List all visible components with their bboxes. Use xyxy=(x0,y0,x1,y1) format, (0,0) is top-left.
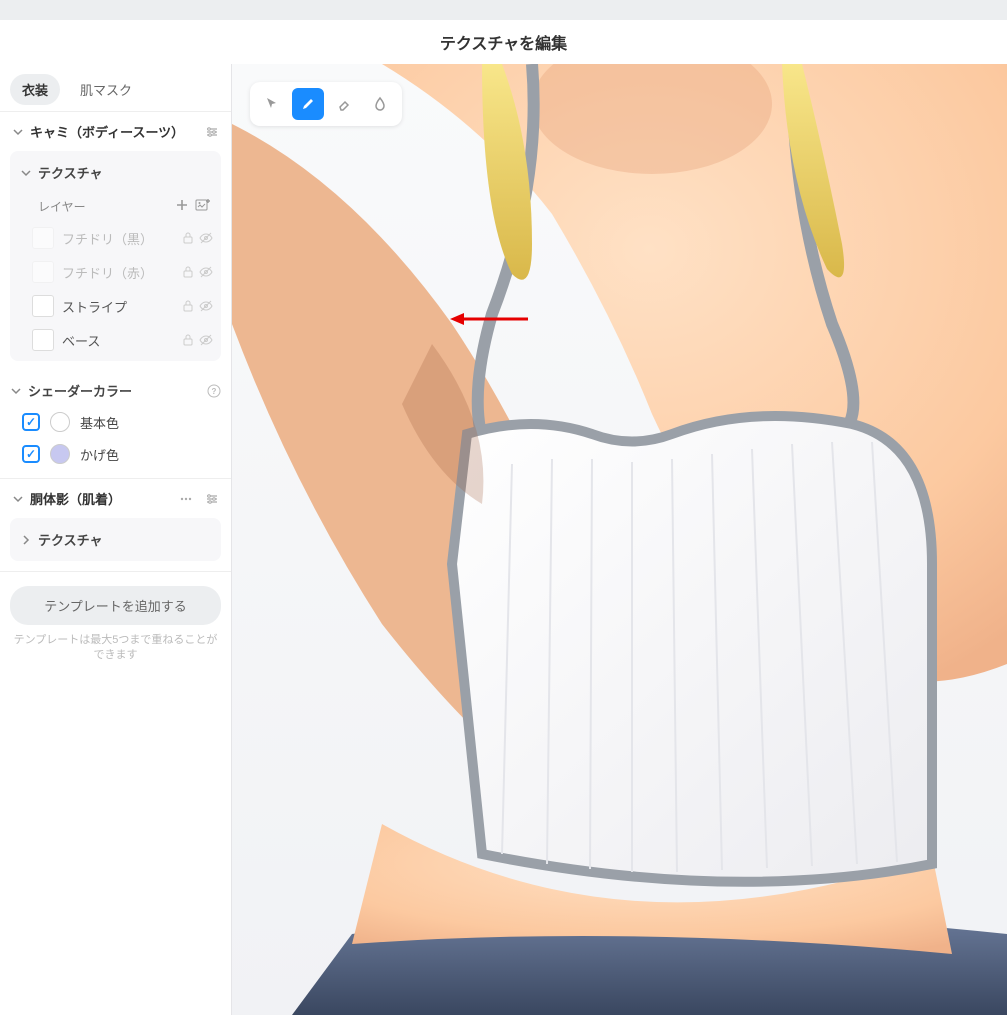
tab-costume[interactable]: 衣装 xyxy=(10,74,60,105)
shader-header[interactable]: シェーダーカラー ? xyxy=(0,371,231,406)
layers-label: レイヤー xyxy=(38,198,86,215)
add-template-button[interactable]: テンプレートを追加する xyxy=(10,586,221,625)
tabs: 衣装 肌マスク xyxy=(0,64,231,111)
texture-header-2[interactable]: テクスチャ xyxy=(10,522,221,557)
color-swatch[interactable] xyxy=(50,412,70,432)
visibility-icon[interactable] xyxy=(199,333,213,347)
chevron-down-icon xyxy=(10,385,22,397)
tool-drop[interactable] xyxy=(364,88,396,120)
more-icon[interactable] xyxy=(179,492,193,506)
tab-skinmask[interactable]: 肌マスク xyxy=(68,74,144,105)
color-swatch[interactable] xyxy=(50,444,70,464)
texture-header[interactable]: テクスチャ xyxy=(10,155,221,190)
template-help-text: テンプレートは最大5つまで重ねることができます xyxy=(10,633,221,664)
add-layer-icon[interactable] xyxy=(175,198,189,215)
layer-row[interactable]: フチドリ（赤） xyxy=(10,255,221,289)
texture-title: テクスチャ xyxy=(38,163,102,182)
add-image-layer-icon[interactable] xyxy=(195,198,211,215)
chevron-right-icon xyxy=(20,534,32,546)
visibility-off-icon[interactable] xyxy=(199,265,213,279)
shader-shade-label: かげ色 xyxy=(80,445,119,464)
layer-thumb xyxy=(32,261,54,283)
layer-thumb xyxy=(32,227,54,249)
shader-base-label: 基本色 xyxy=(80,413,119,432)
settings-icon[interactable] xyxy=(205,492,219,506)
checkbox-checked[interactable]: ✓ xyxy=(22,413,40,431)
help-icon[interactable]: ? xyxy=(207,384,221,398)
texture-panel-2: テクスチャ xyxy=(10,518,221,561)
tool-pointer[interactable] xyxy=(256,88,288,120)
category-body-shadow[interactable]: 胴体影（肌着） xyxy=(0,479,231,518)
model-render xyxy=(232,64,1007,1015)
tool-eraser[interactable] xyxy=(328,88,360,120)
layer-row[interactable]: ストライプ xyxy=(10,289,221,323)
visibility-icon[interactable] xyxy=(199,299,213,313)
layer-label: フチドリ（黒） xyxy=(62,229,173,248)
category-cami[interactable]: キャミ（ボディースーツ） xyxy=(0,112,231,151)
layer-label: ストライプ xyxy=(62,297,173,316)
lock-icon[interactable] xyxy=(181,299,195,313)
annotation-arrow xyxy=(450,309,530,329)
layer-row[interactable]: フチドリ（黒） xyxy=(10,221,221,255)
sidebar: 衣装 肌マスク キャミ（ボディースーツ） テクスチャ レイヤー xyxy=(0,64,232,1015)
layer-label: ベース xyxy=(62,331,173,350)
shader-title: シェーダーカラー xyxy=(28,381,132,400)
category-title: 胴体影（肌着） xyxy=(30,489,121,508)
layer-thumb xyxy=(32,295,54,317)
svg-text:?: ? xyxy=(212,387,217,396)
settings-icon[interactable] xyxy=(205,125,219,139)
page-title: テクスチャを編集 xyxy=(0,20,1007,64)
chevron-down-icon xyxy=(12,493,24,505)
texture-title-2: テクスチャ xyxy=(38,530,102,549)
layer-row[interactable]: ベース xyxy=(10,323,221,357)
viewport-3d[interactable] xyxy=(232,64,1007,1015)
category-title: キャミ（ボディースーツ） xyxy=(30,122,184,141)
lock-icon[interactable] xyxy=(181,231,195,245)
checkbox-checked[interactable]: ✓ xyxy=(22,445,40,463)
chevron-down-icon xyxy=(20,167,32,179)
layer-label: フチドリ（赤） xyxy=(62,263,173,282)
shader-shade-row[interactable]: ✓ かげ色 xyxy=(0,438,231,478)
visibility-off-icon[interactable] xyxy=(199,231,213,245)
layer-thumb xyxy=(32,329,54,351)
chevron-down-icon xyxy=(12,126,24,138)
shader-base-row[interactable]: ✓ 基本色 xyxy=(0,406,231,438)
lock-icon[interactable] xyxy=(181,265,195,279)
texture-panel: テクスチャ レイヤー フチドリ（黒） xyxy=(10,151,221,361)
lock-icon[interactable] xyxy=(181,333,195,347)
viewport-toolbar xyxy=(250,82,402,126)
tool-pencil[interactable] xyxy=(292,88,324,120)
